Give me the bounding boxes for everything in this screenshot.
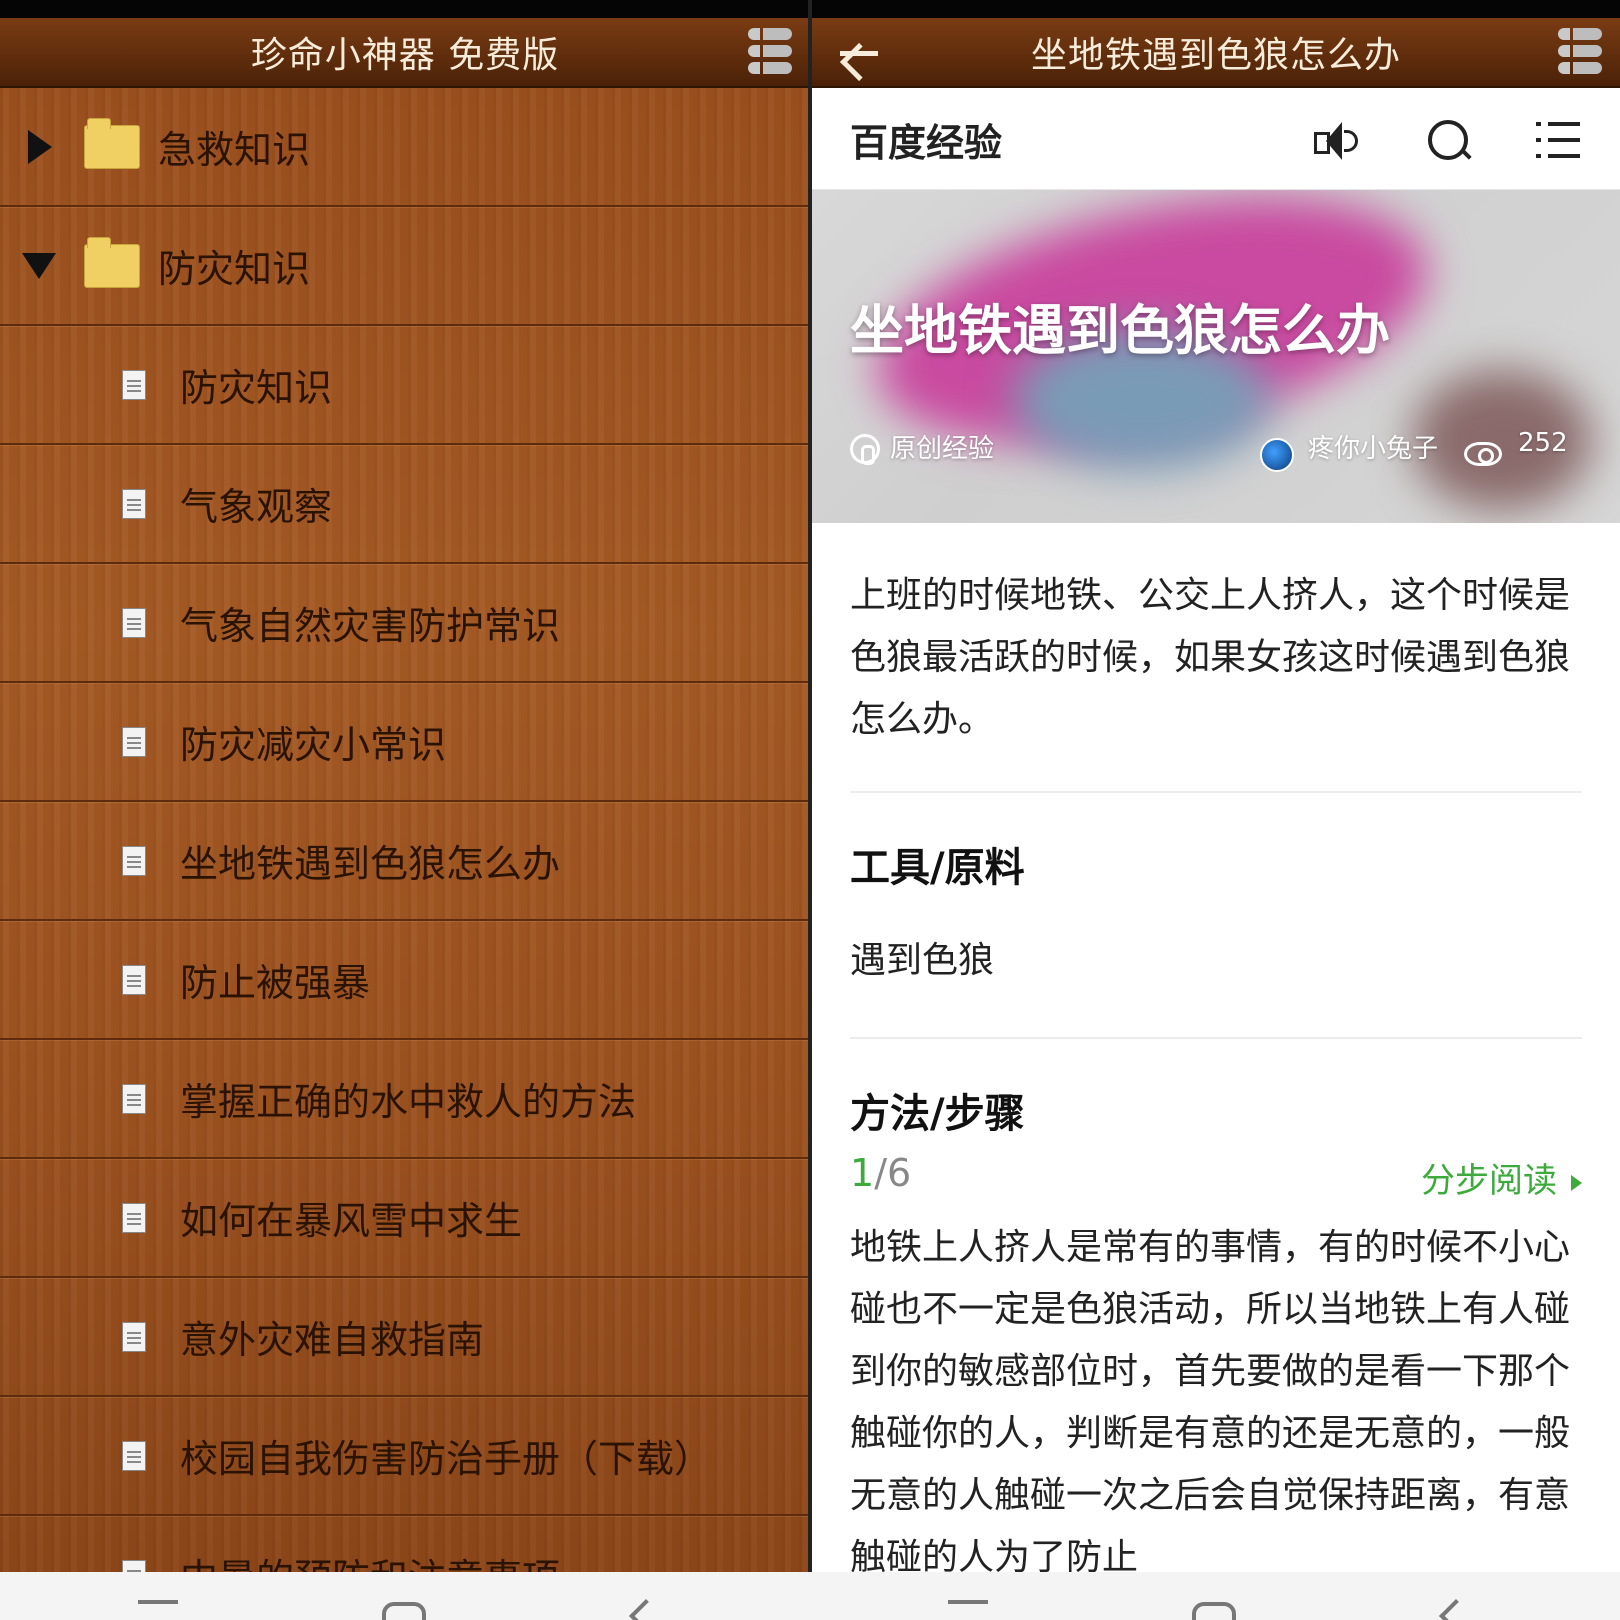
nav-home-icon[interactable] — [1192, 1602, 1236, 1620]
tree-doc-item[interactable]: 气象观察 — [0, 445, 810, 564]
tree-doc-item[interactable]: 防止被强暴 — [0, 921, 810, 1040]
caret-down-icon[interactable] — [22, 252, 56, 279]
tools-text: 遇到色狼 — [850, 940, 995, 981]
hero-title: 坐地铁遇到色狼怎么办 — [850, 299, 1390, 362]
folder-icon — [84, 117, 140, 169]
hero-banner: 坐地铁遇到色狼怎么办 原创经验 疼你小兔子 252 — [812, 190, 1620, 523]
tree-doc-item[interactable]: 意外灾难自救指南 — [0, 1278, 810, 1397]
step-read-button[interactable]: 分步阅读 — [1421, 1153, 1582, 1202]
steps-heading: 方法/步骤 — [850, 1091, 1025, 1137]
brand-bar: 百度经验 — [812, 90, 1620, 190]
tree-item-label: 中暑的预防和注意事项 — [180, 1547, 560, 1572]
system-nav-bar — [0, 1572, 1620, 1620]
tree-item-label: 防灾知识 — [180, 366, 333, 410]
document-icon — [122, 1083, 146, 1114]
tree-item-label: 防灾知识 — [158, 247, 311, 291]
tree-item-label: 意外灾难自救指南 — [180, 1318, 485, 1362]
app-title-bar: 珍命小神器 免费版 — [0, 18, 810, 88]
original-icon — [850, 434, 880, 465]
author-name[interactable]: 疼你小兔子 — [1308, 428, 1438, 465]
section-divider — [850, 791, 1582, 793]
tree-doc-item[interactable]: 坐地铁遇到色狼怎么办 — [0, 802, 810, 921]
category-tree: 急救知识 防灾知识 防灾知识 气象观察 气象自然灾害防护常识 防灾减灾小常识 坐地铁遇到色狼… — [0, 88, 810, 1572]
status-bar — [0, 0, 810, 18]
back-arrow-icon[interactable] — [834, 33, 882, 73]
menu-stack-icon[interactable] — [748, 28, 792, 78]
document-icon — [122, 1440, 146, 1471]
app-title: 珍命小神器 免费版 — [250, 35, 560, 76]
step-counter: 1/6 — [850, 1151, 912, 1195]
tree-item-label: 校园自我伤害防治手册（下载） — [180, 1437, 713, 1481]
nav-home-icon[interactable] — [382, 1602, 426, 1620]
menu-stack-icon[interactable] — [1558, 28, 1602, 78]
document-icon — [122, 488, 146, 519]
document-icon — [122, 726, 146, 757]
nav-menu-icon[interactable] — [948, 1600, 988, 1604]
tree-doc-item[interactable]: 气象自然灾害防护常识 — [0, 564, 810, 683]
article-title-bar: 坐地铁遇到色狼怎么办 — [812, 18, 1620, 88]
article-title: 坐地铁遇到色狼怎么办 — [1030, 35, 1401, 76]
search-icon[interactable] — [1428, 120, 1470, 162]
article-intro: 上班的时候地铁、公交上人挤人，这个时候是色狼最活跃的时候，如果女孩这时候遇到色狼… — [850, 575, 1571, 740]
status-bar — [812, 0, 1620, 18]
speaker-icon[interactable] — [1312, 120, 1358, 162]
document-icon — [122, 607, 146, 638]
nav-back-icon[interactable] — [1440, 1600, 1480, 1620]
article-content: 上班的时候地铁、公交上人挤人，这个时候是色狼最活跃的时候，如果女孩这时候遇到色狼… — [850, 523, 1582, 1572]
tree-item-label: 急救知识 — [158, 128, 311, 172]
document-icon — [122, 1559, 146, 1572]
document-icon — [122, 964, 146, 995]
right-pane: 坐地铁遇到色狼怎么办 百度经验 坐地铁遇到色狼怎么办 原创经验 疼你小兔子 25… — [812, 0, 1620, 1572]
tree-doc-item[interactable]: 防灾减灾小常识 — [0, 683, 810, 802]
left-pane: 珍命小神器 免费版 急救知识 防灾知识 防灾知识 气象观察 气象自然灾害防护常识 防灾减灾… — [0, 0, 810, 1572]
tree-folder-item[interactable]: 防灾知识 — [0, 207, 810, 326]
tree-item-label: 气象自然灾害防护常识 — [180, 604, 561, 648]
tree-item-label: 如何在暴风雪中求生 — [180, 1199, 523, 1243]
tree-doc-item[interactable]: 如何在暴风雪中求生 — [0, 1159, 810, 1278]
tree-doc-item[interactable]: 防灾知识 — [0, 326, 810, 445]
tree-item-label: 坐地铁遇到色狼怎么办 — [180, 842, 561, 886]
tree-doc-item[interactable]: 掌握正确的水中救人的方法 — [0, 1040, 810, 1159]
section-divider — [850, 1037, 1582, 1039]
caret-right-icon[interactable] — [28, 129, 52, 164]
tree-item-label: 防灾减灾小常识 — [180, 723, 447, 767]
author-avatar[interactable] — [1260, 438, 1294, 472]
document-icon — [122, 369, 146, 400]
document-icon — [122, 1202, 146, 1233]
tree-item-label: 防止被强暴 — [180, 961, 371, 1005]
eye-icon — [1464, 442, 1502, 466]
nav-menu-icon[interactable] — [138, 1600, 178, 1604]
document-icon — [122, 1321, 146, 1352]
tree-item-label: 掌握正确的水中救人的方法 — [180, 1080, 637, 1124]
step-header: 1/6 分步阅读 — [850, 1145, 1582, 1205]
step-text: 地铁上人挤人是常有的事情，有的时候不小心碰也不一定是色狼活动，所以当地铁上有人碰… — [850, 1227, 1571, 1572]
folder-icon — [84, 236, 140, 288]
view-count: 252 — [1518, 428, 1568, 458]
original-label: 原创经验 — [890, 434, 995, 464]
tree-item-label: 气象观察 — [180, 485, 333, 529]
tree-doc-item[interactable]: 中暑的预防和注意事项 — [0, 1516, 810, 1572]
list-menu-icon[interactable] — [1536, 122, 1580, 160]
tools-heading: 工具/原料 — [850, 845, 1025, 891]
brand-logo-text[interactable]: 百度经验 — [850, 112, 1002, 167]
document-icon — [122, 845, 146, 876]
tree-doc-item[interactable]: 校园自我伤害防治手册（下载） — [0, 1397, 810, 1516]
tree-folder-item[interactable]: 急救知识 — [0, 88, 810, 207]
nav-back-icon[interactable] — [630, 1600, 670, 1620]
